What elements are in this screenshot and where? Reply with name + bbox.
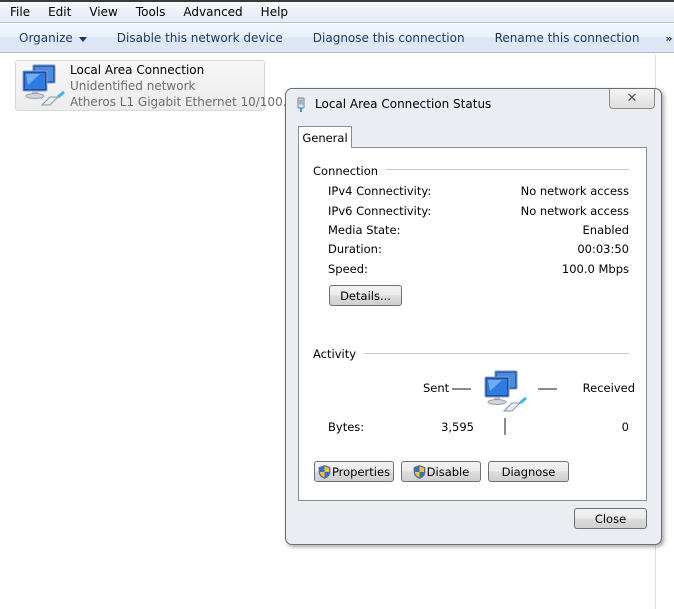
tab-general[interactable]: General (298, 126, 352, 148)
dialog-close-button[interactable]: ✕ (609, 89, 655, 109)
bytes-received-value: 0 (621, 420, 629, 434)
properties-label: Properties (331, 464, 391, 479)
disable-device-button[interactable]: Disable this network device (117, 31, 283, 45)
menu-edit[interactable]: Edit (48, 5, 71, 19)
duration-value: 00:03:50 (577, 242, 629, 256)
uac-shield-icon (413, 464, 426, 479)
diagnose-button[interactable]: Diagnose (488, 461, 569, 482)
close-button[interactable]: Close (574, 508, 647, 529)
received-label: Received (582, 381, 635, 395)
activity-group-title: Activity (313, 347, 365, 361)
bytes-separator (504, 418, 506, 435)
menu-help[interactable]: Help (261, 5, 288, 19)
uac-shield-icon (318, 464, 331, 479)
menu-view[interactable]: View (89, 5, 117, 19)
menu-bar: File Edit View Tools Advanced Help (0, 2, 674, 23)
ipv4-label: IPv4 Connectivity: (328, 184, 432, 198)
more-commands-chevron-icon[interactable]: » (665, 32, 672, 45)
connection-status: Unidentified network (70, 79, 196, 93)
bytes-label: Bytes: (328, 420, 365, 434)
connection-device: Atheros L1 Gigabit Ethernet 10/100... (70, 95, 295, 109)
menu-tools[interactable]: Tools (136, 5, 166, 19)
network-activity-icon (484, 370, 527, 412)
dialog-title: Local Area Connection Status (315, 97, 492, 111)
speed-value: 100.0 Mbps (561, 262, 629, 276)
connection-name: Local Area Connection (70, 63, 205, 77)
ipv4-value: No network access (520, 184, 629, 198)
organize-label: Organize (19, 31, 73, 45)
dropdown-arrow-icon (78, 36, 87, 42)
menu-advanced[interactable]: Advanced (183, 5, 242, 19)
connection-tile[interactable]: Local Area Connection Unidentified netwo… (15, 60, 294, 111)
sent-label: Sent (423, 381, 450, 395)
network-adapter-icon (22, 64, 65, 106)
organize-button[interactable]: Organize (19, 31, 87, 45)
disable-button[interactable]: Disable (401, 461, 481, 482)
general-tab-panel: Connection IPv4 Connectivity: No network… (298, 147, 647, 501)
connection-group-title: Connection (313, 164, 387, 178)
media-state-label: Media State: (328, 223, 401, 237)
close-icon: ✕ (626, 91, 638, 106)
duration-label: Duration: (328, 242, 382, 256)
diagnose-connection-button[interactable]: Diagnose this connection (313, 31, 465, 45)
media-state-value: Enabled (582, 223, 629, 237)
sent-dash (452, 388, 471, 390)
network-plug-icon (297, 97, 305, 112)
status-dialog: Local Area Connection Status ✕ General C… (285, 88, 662, 545)
bytes-sent-value: 3,595 (441, 420, 474, 434)
speed-label: Speed: (328, 262, 368, 276)
rename-connection-button[interactable]: Rename this connection (495, 31, 640, 45)
command-bar: Organize Disable this network device Dia… (0, 24, 674, 53)
details-button[interactable]: Details... (329, 285, 402, 306)
ipv6-value: No network access (520, 204, 629, 218)
properties-button[interactable]: Properties (314, 461, 394, 482)
menu-file[interactable]: File (10, 5, 30, 19)
received-dash (538, 388, 557, 390)
ipv6-label: IPv6 Connectivity: (328, 204, 432, 218)
disable-label: Disable (426, 464, 470, 479)
